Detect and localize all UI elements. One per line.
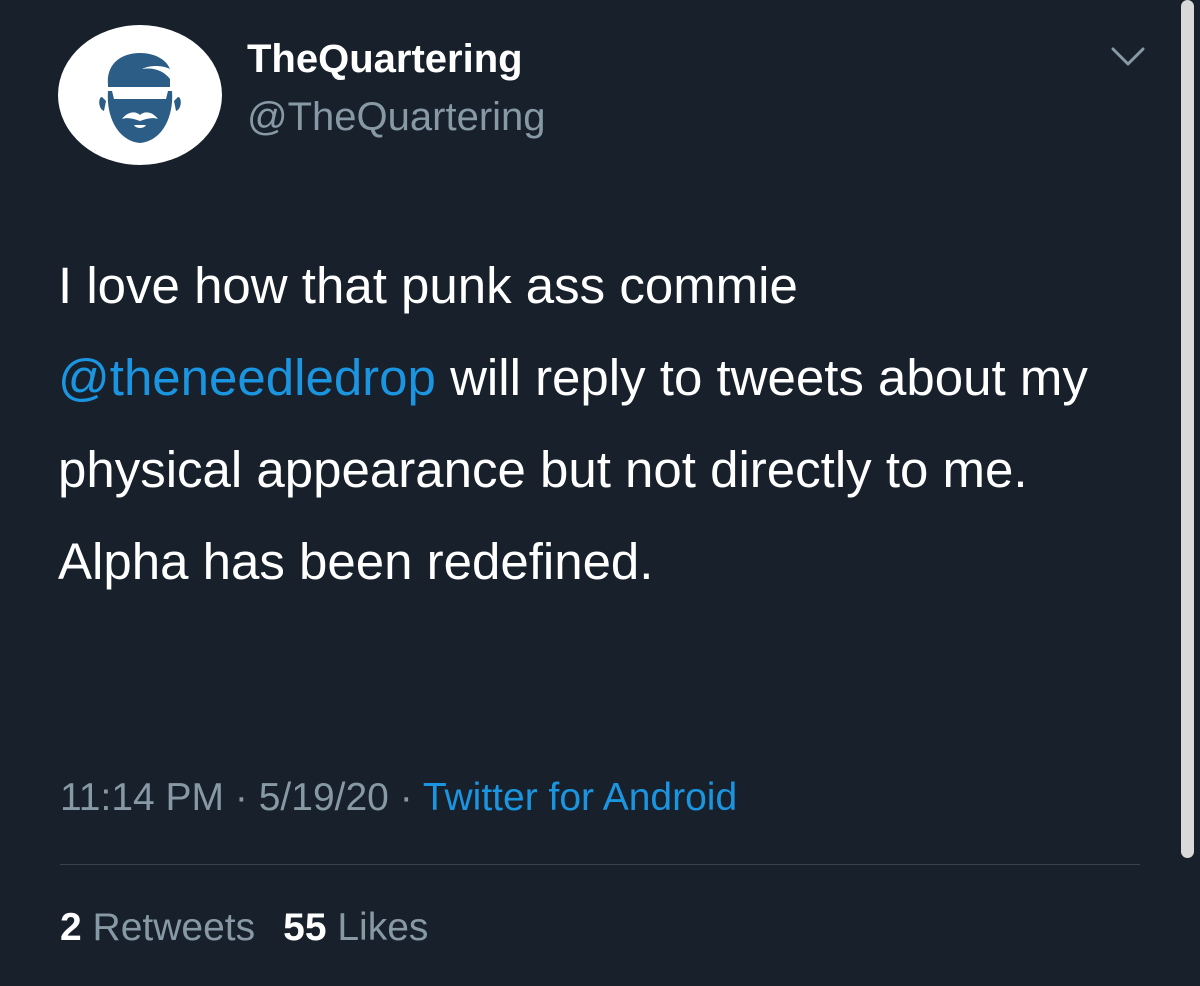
tweet-stats: 2 Retweets 55 Likes [60,903,428,953]
mention-link[interactable]: @theneedledrop [58,349,436,406]
bearded-man-icon [99,53,181,143]
chevron-down-icon[interactable] [1110,45,1146,69]
source-link[interactable]: Twitter for Android [423,776,737,819]
avatar[interactable] [58,25,222,165]
likes-stat[interactable]: 55 Likes [283,906,428,949]
tweet-date: 5/19/20 [258,776,389,819]
meta-separator: · [399,776,413,819]
retweets-label: Retweets [92,906,256,949]
display-name[interactable]: TheQuartering [247,34,523,84]
tweet-meta: 11:14 PM · 5/19/20 · Twitter for Android [60,773,737,823]
meta-separator: · [234,776,248,819]
tweet-text: I love how that punk ass commie @theneed… [58,240,1158,608]
tweet-text-start: I love how that punk ass commie [58,257,798,314]
scrollbar[interactable] [1181,0,1194,858]
retweets-count: 2 [60,906,82,949]
divider [60,864,1140,865]
user-handle[interactable]: @TheQuartering [247,92,546,142]
likes-count: 55 [283,906,327,949]
tweet-time: 11:14 PM [60,776,225,819]
likes-label: Likes [337,906,429,949]
retweets-stat[interactable]: 2 Retweets [60,906,255,949]
